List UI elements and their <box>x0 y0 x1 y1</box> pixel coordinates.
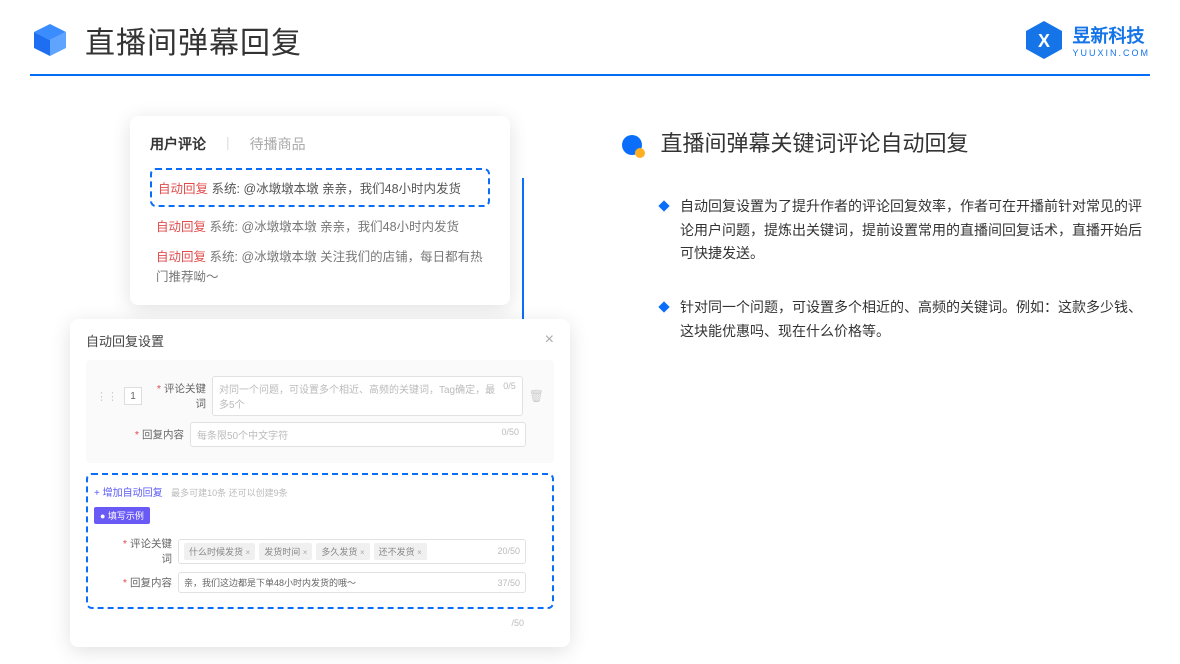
highlighted-comment: 自动回复 系统: @冰墩墩本墩 亲亲，我们48小时内发货 <box>150 168 490 207</box>
brand-logo: X 昱新科技 YUUXIN.COM <box>1022 18 1150 62</box>
rule-index: 1 <box>124 387 142 405</box>
char-counter: 0/5 <box>503 381 516 411</box>
auto-reply-badge: 自动回复 <box>156 250 206 264</box>
label-keyword: 评论关键词 <box>150 381 206 411</box>
char-counter: 0/50 <box>501 427 519 442</box>
close-icon[interactable]: × <box>545 331 554 350</box>
example-content-text: 亲，我们这边都是下单48小时内发货的哦～ <box>184 576 356 589</box>
drag-handle-icon[interactable]: ⋮⋮ <box>96 390 118 403</box>
brand-name-en: YUUXIN.COM <box>1072 48 1150 58</box>
add-auto-reply-link[interactable]: + 增加自动回复 <box>94 488 163 499</box>
comment-row: 自动回复 系统: @冰墩墩本墩 关注我们的店铺，每日都有热门推荐呦～ <box>150 237 490 287</box>
example-label-content: 回复内容 <box>116 575 172 590</box>
example-label-keyword: 评论关键词 <box>116 536 172 566</box>
brand-icon: X <box>1022 18 1066 62</box>
brand-name-cn: 昱新科技 <box>1072 22 1150 48</box>
svg-text:X: X <box>1038 31 1050 51</box>
bullet-text: 针对同一个问题，可设置多个相近的、高频的关键词。例如：这款多少钱、这块能优惠吗、… <box>680 296 1150 344</box>
keyword-tag[interactable]: 多久发货 × <box>316 543 369 560</box>
comment-text: @冰墩墩本墩 亲亲，我们48小时内发货 <box>241 220 459 234</box>
tab-pending-goods[interactable]: 待播商品 <box>250 134 306 154</box>
delete-icon[interactable]: 🗑 <box>529 389 544 403</box>
input-placeholder: 每条限50个中文字符 <box>197 427 288 442</box>
page-title: 直播间弹幕回复 <box>85 18 302 62</box>
bullet-diamond-icon <box>658 200 669 211</box>
example-content-input[interactable]: 亲，我们这边都是下单48小时内发货的哦～ 37/50 <box>178 572 526 593</box>
comment-text: @冰墩墩本墩 亲亲，我们48小时内发货 <box>243 182 461 196</box>
cube-icon <box>30 20 70 60</box>
example-keyword-input[interactable]: 什么时候发货 × 发货时间 × 多久发货 × 还不发货 × 20/50 <box>178 539 526 564</box>
input-placeholder: 对同一个问题，可设置多个相近、高频的关键词，Tag确定，最多5个 <box>219 381 503 411</box>
auto-reply-settings-panel: 自动回复设置 × ⋮⋮ 1 评论关键词 对同一个问题，可设置多个相近、高频的关键… <box>70 319 570 647</box>
auto-reply-badge: 自动回复 <box>156 220 206 234</box>
tab-divider: | <box>226 134 230 154</box>
comment-row: 自动回复 系统: @冰墩墩本墩 亲亲，我们48小时内发货 <box>150 207 490 237</box>
example-highlight-box: + 增加自动回复 最多可建10条 还可以创建9条 ● 填写示例 评论关键词 什么… <box>86 473 554 609</box>
bubble-icon <box>620 133 648 161</box>
tab-user-comments[interactable]: 用户评论 <box>150 134 206 154</box>
bullet-text: 自动回复设置为了提升作者的评论回复效率，作者可在开播前针对常见的评论用户问题，提… <box>680 195 1150 266</box>
comment-system-prefix: 系统: <box>210 250 238 264</box>
comments-panel: 用户评论 | 待播商品 自动回复 系统: @冰墩墩本墩 亲亲，我们48小时内发货… <box>130 116 510 305</box>
bullet-diamond-icon <box>658 301 669 312</box>
auto-reply-badge: 自动回复 <box>158 182 208 196</box>
add-hint-text: 最多可建10条 还可以创建9条 <box>171 488 288 498</box>
tail-counter: /50 <box>511 618 524 628</box>
keyword-tag[interactable]: 还不发货 × <box>374 543 427 560</box>
char-counter: 20/50 <box>497 546 520 556</box>
char-counter: 37/50 <box>497 578 520 588</box>
comment-system-prefix: 系统: <box>210 220 238 234</box>
content-input[interactable]: 每条限50个中文字符 0/50 <box>190 422 526 447</box>
example-badge: ● 填写示例 <box>94 507 150 524</box>
keyword-tag[interactable]: 什么时候发货 × <box>184 543 255 560</box>
section-title: 直播间弹幕关键词评论自动回复 <box>660 131 968 156</box>
label-content: 回复内容 <box>128 427 184 442</box>
keyword-tag[interactable]: 发货时间 × <box>259 543 312 560</box>
comment-system-prefix: 系统: <box>212 182 240 196</box>
settings-title: 自动回复设置 <box>86 331 164 350</box>
keyword-input[interactable]: 对同一个问题，可设置多个相近、高频的关键词，Tag确定，最多5个 0/5 <box>212 376 523 416</box>
